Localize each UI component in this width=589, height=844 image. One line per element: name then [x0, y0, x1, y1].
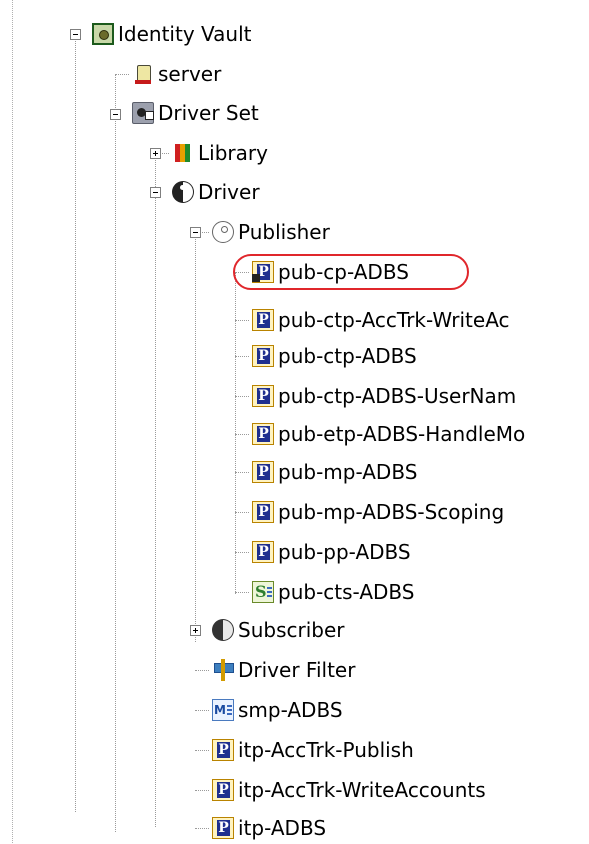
tree-node-label: itp-AccTrk-Publish: [238, 738, 414, 762]
tree-node-server[interactable]: server: [132, 58, 221, 90]
tree-node-smp-adbs[interactable]: smp-ADBS: [212, 694, 343, 726]
tree-node-driver[interactable]: Driver: [172, 176, 260, 208]
tree-node-label: Library: [198, 141, 268, 165]
tree-node-label: pub-cts-ADBS: [278, 580, 415, 604]
connector-hline: [195, 710, 209, 711]
library-icon: [172, 142, 194, 164]
tree-node-subscriber[interactable]: Subscriber: [212, 614, 344, 646]
collapse-toggle-publisher[interactable]: [190, 227, 201, 238]
policy-P-icon: [252, 309, 274, 331]
tree-node-label: pub-ctp-ADBS-UserNam: [278, 384, 517, 408]
connector-hline: [235, 396, 249, 397]
tree-node-label: smp-ADBS: [238, 698, 343, 722]
tree-node-publisher[interactable]: Publisher: [212, 216, 330, 248]
tree-node-label: pub-mp-ADBS-Scoping: [278, 500, 505, 524]
connector-hline: [235, 512, 249, 513]
tree-view: Identity Vault server Driver Set Library…: [0, 0, 589, 843]
policy-P-icon: [252, 423, 274, 445]
connector-vline: [195, 232, 196, 642]
server-icon: [132, 63, 154, 85]
tree-node-pub-mp-adbs-scoping[interactable]: pub-mp-ADBS-Scoping: [252, 496, 504, 528]
tree-node-driver-set[interactable]: Driver Set: [132, 97, 259, 129]
tree-node-pub-etp-adbs-handlemo[interactable]: pub-etp-ADBS-HandleMo: [252, 418, 525, 450]
tree-node-label: Identity Vault: [118, 22, 252, 46]
collapse-toggle-identity-vault[interactable]: [70, 29, 81, 40]
driver-filter-icon: [212, 659, 234, 681]
driver-icon: [172, 181, 194, 203]
tree-node-label: pub-ctp-ADBS: [278, 344, 417, 368]
connector-vline: [155, 153, 156, 827]
connector-hline: [195, 790, 209, 791]
connector-vline: [115, 74, 116, 832]
tree-node-label: Driver: [198, 180, 260, 204]
tree-node-itp-acctrk-writeaccounts[interactable]: itp-AccTrk-WriteAccounts: [212, 774, 486, 806]
tree-node-label: Driver Filter: [238, 658, 356, 682]
collapse-toggle-driver[interactable]: [150, 187, 161, 198]
tree-frame-line: [12, 0, 13, 843]
connector-hline: [235, 356, 249, 357]
tree-node-label: itp-AccTrk-WriteAccounts: [238, 778, 486, 802]
subscriber-icon: [212, 619, 234, 641]
tree-node-pub-pp-adbs[interactable]: pub-pp-ADBS: [252, 536, 411, 568]
connector-hline: [235, 552, 249, 553]
connector-hline: [235, 320, 249, 321]
identity-vault-icon: [92, 23, 114, 45]
connector-hline: [235, 472, 249, 473]
tree-node-label: pub-etp-ADBS-HandleMo: [278, 422, 526, 446]
policy-P-icon: [212, 739, 234, 761]
tree-node-identity-vault[interactable]: Identity Vault: [92, 18, 251, 50]
tree-node-label: Publisher: [238, 220, 330, 244]
tree-node-itp-adbs[interactable]: itp-ADBS: [212, 812, 326, 844]
connector-hline: [195, 750, 209, 751]
tree-node-label: Subscriber: [238, 618, 345, 642]
connector-vline: [75, 34, 76, 812]
policy-P-icon: [252, 541, 274, 563]
selection-highlight-ring: [233, 254, 469, 290]
publisher-icon: [212, 221, 234, 243]
policy-P-icon: [252, 461, 274, 483]
tree-node-label: Driver Set: [158, 101, 259, 125]
policy-P-icon: [252, 501, 274, 523]
tree-node-driver-filter[interactable]: Driver Filter: [212, 654, 355, 686]
connector-hline: [195, 828, 209, 829]
policy-P-icon: [252, 345, 274, 367]
stylesheet-S-icon: [252, 581, 274, 603]
tree-node-label: pub-pp-ADBS: [278, 540, 411, 564]
connector-hline: [235, 434, 249, 435]
tree-node-pub-cts-adbs[interactable]: pub-cts-ADBS: [252, 576, 414, 608]
policy-P-icon: [252, 385, 274, 407]
tree-node-label: server: [158, 62, 222, 86]
mapping-M-icon: [212, 699, 234, 721]
tree-node-label: itp-ADBS: [238, 816, 327, 840]
policy-P-icon: [212, 817, 234, 839]
tree-node-label: pub-mp-ADBS: [278, 460, 418, 484]
connector-hline: [235, 592, 249, 593]
tree-node-label: pub-ctp-AccTrk-WriteAc: [278, 308, 510, 332]
policy-P-icon: [212, 779, 234, 801]
tree-node-pub-ctp-adbs[interactable]: pub-ctp-ADBS: [252, 340, 417, 372]
collapse-toggle-driver-set[interactable]: [110, 109, 121, 120]
tree-node-pub-ctp-acctrk-writeac[interactable]: pub-ctp-AccTrk-WriteAc: [252, 304, 510, 336]
driver-set-icon: [132, 102, 154, 124]
tree-node-library[interactable]: Library: [172, 137, 268, 169]
tree-node-itp-acctrk-publish[interactable]: itp-AccTrk-Publish: [212, 734, 414, 766]
expand-toggle-library[interactable]: [150, 148, 161, 159]
connector-hline: [195, 670, 209, 671]
expand-toggle-subscriber[interactable]: [190, 625, 201, 636]
connector-hline: [115, 74, 129, 75]
tree-node-pub-mp-adbs[interactable]: pub-mp-ADBS: [252, 456, 417, 488]
tree-node-pub-ctp-adbs-usernam[interactable]: pub-ctp-ADBS-UserNam: [252, 380, 516, 412]
